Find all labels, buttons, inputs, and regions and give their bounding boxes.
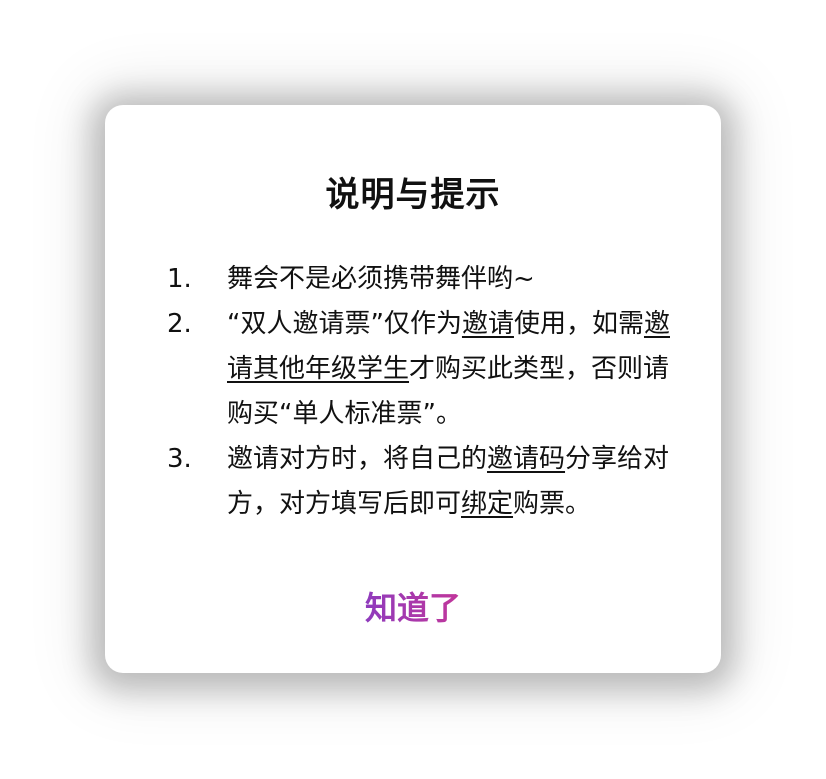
note-number: 1. [167, 264, 192, 294]
notice-dialog: 说明与提示 1. 舞会不是必须携带舞伴哟~ 2. “双人邀请票”仅作为邀请使用，… [105, 105, 721, 673]
note-text: 舞会不是必须携带舞伴哟~ [227, 264, 535, 294]
note-emphasis: 邀请 [461, 309, 514, 339]
note-item-1: 1. 舞会不是必须携带舞伴哟~ [165, 257, 685, 302]
note-text: “双人邀请票”仅作为 [227, 309, 462, 339]
note-emphasis: 邀请码 [487, 444, 566, 474]
got-it-label: 知道了 [364, 589, 461, 627]
note-number: 2. [167, 309, 192, 339]
note-number: 3. [167, 444, 192, 474]
note-text: 购票。 [513, 489, 592, 519]
note-text: 使用，如需 [513, 309, 644, 339]
note-item-2: 2. “双人邀请票”仅作为邀请使用，如需邀请其他年级学生才购买此类型，否则请购买… [165, 302, 685, 437]
dialog-title: 说明与提示 [325, 175, 501, 215]
got-it-button[interactable]: 知道了 [313, 583, 513, 633]
note-emphasis: 绑定 [461, 489, 514, 519]
notes-list: 1. 舞会不是必须携带舞伴哟~ 2. “双人邀请票”仅作为邀请使用，如需邀请其他… [165, 257, 685, 527]
page-backdrop: 说明与提示 1. 舞会不是必须携带舞伴哟~ 2. “双人邀请票”仅作为邀请使用，… [0, 0, 826, 779]
note-text: 邀请对方时，将自己的 [227, 444, 488, 474]
note-item-3: 3. 邀请对方时，将自己的邀请码分享给对方，对方填写后即可绑定购票。 [165, 437, 685, 527]
